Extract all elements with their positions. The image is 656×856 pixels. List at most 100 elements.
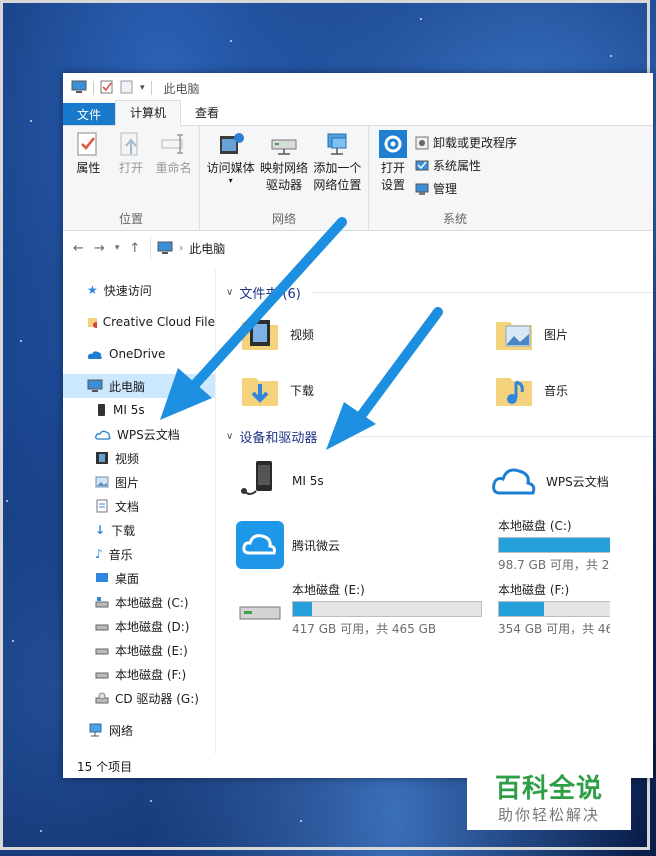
uninstall-program-button[interactable]: 卸载或更改程序	[415, 134, 517, 151]
new-folder-quick-icon[interactable]	[120, 80, 134, 97]
breadcrumb-this-pc[interactable]: 此电脑	[189, 240, 225, 257]
nav-item-label: WPS云文档	[117, 427, 180, 442]
drive-usage-bar	[498, 537, 610, 553]
network-drive-icon	[271, 139, 297, 155]
access-media-button[interactable]: 访问媒体 ▾	[206, 130, 255, 208]
devices-section-header[interactable]: ∨ 设备和驱动器	[226, 426, 653, 446]
drive-usage-bar	[498, 601, 610, 617]
map-network-drive-button[interactable]: 映射网络 驱动器	[259, 130, 308, 208]
nav-item-cd-drive[interactable]: CD 驱动器 (G:)	[63, 686, 215, 710]
tab-computer[interactable]: 计算机	[115, 100, 182, 126]
uninstall-icon	[415, 136, 429, 149]
nav-item-mi5s[interactable]: MI 5s	[63, 398, 215, 422]
picture-folder-icon	[496, 322, 532, 350]
hard-drive-icon	[239, 606, 281, 620]
nav-item-label: 音乐	[108, 547, 133, 562]
nav-item-pictures[interactable]: 图片	[63, 470, 215, 494]
ribbon-group-system: 打开 设置 卸载或更改程序 系统属性 管理 系统	[369, 126, 541, 230]
nav-quick-access[interactable]: ★ 快速访问	[63, 278, 215, 302]
nav-item-label: 图片	[115, 475, 140, 490]
folders-header-label: 文件夹 (6)	[239, 286, 301, 302]
download-folder-icon	[242, 378, 278, 406]
rename-button[interactable]: 重命名	[154, 130, 193, 208]
up-arrow-icon[interactable]: ↑	[129, 241, 140, 256]
video-folder-icon	[242, 320, 278, 350]
nav-onedrive[interactable]: OneDrive	[63, 342, 215, 366]
customize-dropdown-icon[interactable]: ▾	[140, 83, 145, 93]
nav-item-label: 下载	[111, 523, 136, 538]
properties-label: 属性	[76, 161, 101, 175]
nav-item-drive-d[interactable]: 本地磁盘 (D:)	[63, 614, 215, 638]
nav-item-label: 文档	[115, 499, 140, 514]
drive-free-space: 354 GB 可用，共 46	[498, 622, 610, 636]
collapse-chevron-icon[interactable]: ∨	[226, 287, 233, 298]
open-settings-label: 打开 设置	[380, 161, 405, 192]
recent-dropdown-icon[interactable]: ▾	[115, 243, 120, 253]
group-label-location: 位置	[118, 212, 143, 226]
group-label-system: 系统	[442, 212, 467, 226]
tab-view[interactable]: 查看	[181, 101, 233, 125]
device-label: WPS云文档	[546, 474, 609, 489]
system-properties-icon	[415, 160, 429, 170]
watermark-subtitle: 助你轻松解决	[497, 805, 600, 824]
nav-this-pc-label: 此电脑	[109, 379, 146, 394]
system-properties-button[interactable]: 系统属性	[415, 157, 517, 174]
device-drive-c[interactable]: 本地磁盘 (C:) 98.7 GB 可用，共 2	[490, 516, 610, 574]
device-mi5s[interactable]: MI 5s	[236, 452, 490, 510]
nav-item-downloads[interactable]: ↓ 下载	[63, 518, 215, 542]
nav-creative-cloud-label: Creative Cloud File	[102, 315, 215, 329]
nav-item-drive-e[interactable]: 本地磁盘 (E:)	[63, 638, 215, 662]
manage-button[interactable]: 管理	[415, 180, 517, 197]
device-tencent-weiyun[interactable]: 腾讯微云	[236, 516, 490, 574]
nav-item-documents[interactable]: 文档	[63, 494, 215, 518]
device-label: 腾讯微云	[292, 538, 341, 553]
nav-item-label: MI 5s	[113, 403, 145, 417]
download-arrow-icon: ↓	[95, 523, 106, 537]
devices-header-label: 设备和驱动器	[239, 430, 318, 446]
folder-label: 图片	[544, 327, 569, 342]
folder-label: 音乐	[544, 383, 569, 398]
system-properties-label: 系统属性	[433, 159, 482, 173]
nav-creative-cloud[interactable]: Creative Cloud File	[63, 310, 215, 334]
computer-icon	[87, 379, 103, 392]
back-arrow-icon[interactable]: ←	[73, 241, 84, 256]
folder-music[interactable]: 音乐	[494, 364, 614, 416]
nav-network[interactable]: 网络	[63, 718, 215, 742]
forward-arrow-icon[interactable]: →	[94, 241, 105, 256]
settings-gear-icon	[379, 130, 407, 158]
folder-videos[interactable]: 视频	[240, 308, 494, 360]
nav-item-wps-cloud[interactable]: WPS云文档	[63, 422, 215, 446]
nav-item-drive-c[interactable]: 本地磁盘 (C:)	[63, 590, 215, 614]
device-wps-cloud[interactable]: WPS云文档	[490, 452, 610, 510]
tab-file[interactable]: 文件	[63, 103, 116, 125]
folder-pictures[interactable]: 图片	[494, 308, 614, 360]
nav-quick-access-label: 快速访问	[103, 283, 152, 298]
drive-label: 本地磁盘 (F:)	[498, 583, 570, 597]
collapse-chevron-icon[interactable]: ∨	[226, 431, 233, 442]
add-network-location-button[interactable]: 添加一个 网络位置	[313, 130, 362, 208]
drive-usage-bar	[292, 601, 482, 617]
computer-icon	[71, 80, 87, 97]
manage-icon	[415, 183, 429, 195]
device-drive-e[interactable]: 本地磁盘 (E:) 417 GB 可用，共 465 GB	[236, 580, 490, 638]
drive-label: 本地磁盘 (C:)	[498, 519, 572, 533]
watermark: 百科全说 助你轻松解决	[467, 768, 631, 830]
nav-item-label: 本地磁盘 (C:)	[115, 595, 189, 610]
open-settings-button[interactable]: 打开 设置	[375, 130, 411, 208]
folder-downloads[interactable]: 下载	[240, 364, 494, 416]
properties-quick-icon[interactable]	[100, 80, 114, 97]
phone-icon	[98, 404, 105, 416]
folders-grid: 视频 图片 下载 音乐	[226, 302, 653, 422]
open-icon	[120, 132, 138, 156]
device-drive-f[interactable]: 本地磁盘 (F:) 354 GB 可用，共 46	[490, 580, 610, 638]
properties-button[interactable]: 属性	[69, 130, 108, 208]
network-icon	[89, 723, 102, 737]
nav-item-drive-f[interactable]: 本地磁盘 (F:)	[63, 662, 215, 686]
nav-item-videos[interactable]: 视频	[63, 446, 215, 470]
nav-item-desktop[interactable]: 桌面	[63, 566, 215, 590]
nav-this-pc[interactable]: 此电脑	[63, 374, 215, 398]
address-path[interactable]: › 此电脑	[150, 237, 653, 259]
nav-item-music[interactable]: ♪ 音乐	[63, 542, 215, 566]
folders-section-header[interactable]: ∨ 文件夹 (6)	[226, 282, 653, 302]
open-button[interactable]: 打开	[112, 130, 151, 208]
